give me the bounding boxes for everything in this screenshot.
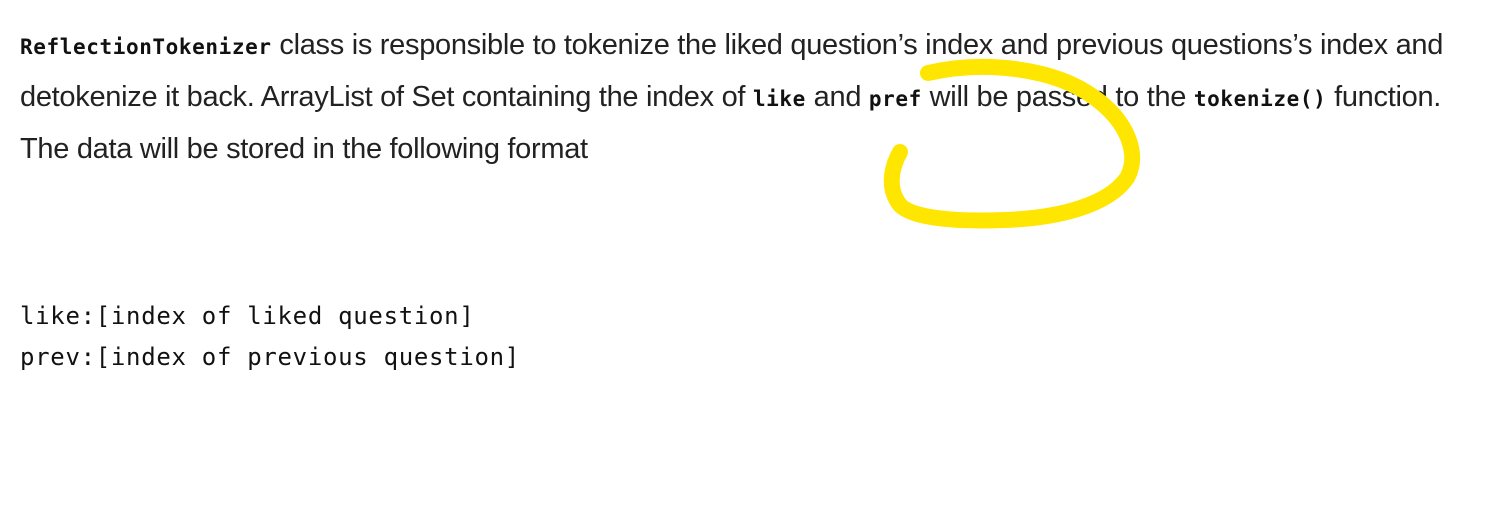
description-paragraph: ReflectionTokenizer class is responsible… bbox=[20, 20, 1490, 174]
tokenize-function-code: tokenize() bbox=[1193, 87, 1327, 111]
paragraph-text-3: will be passed to the bbox=[921, 81, 1194, 113]
like-code: like bbox=[752, 87, 806, 111]
format-code-block: like:[index of liked question] prev:[ind… bbox=[20, 296, 520, 378]
paragraph-text-2: and bbox=[805, 81, 869, 113]
class-name-code: ReflectionTokenizer bbox=[20, 35, 272, 59]
code-line-prev: prev:[index of previous question] bbox=[20, 343, 520, 371]
document-body: ReflectionTokenizer class is responsible… bbox=[20, 20, 1490, 174]
pref-code: pref bbox=[868, 87, 922, 111]
code-line-like: like:[index of liked question] bbox=[20, 302, 475, 330]
